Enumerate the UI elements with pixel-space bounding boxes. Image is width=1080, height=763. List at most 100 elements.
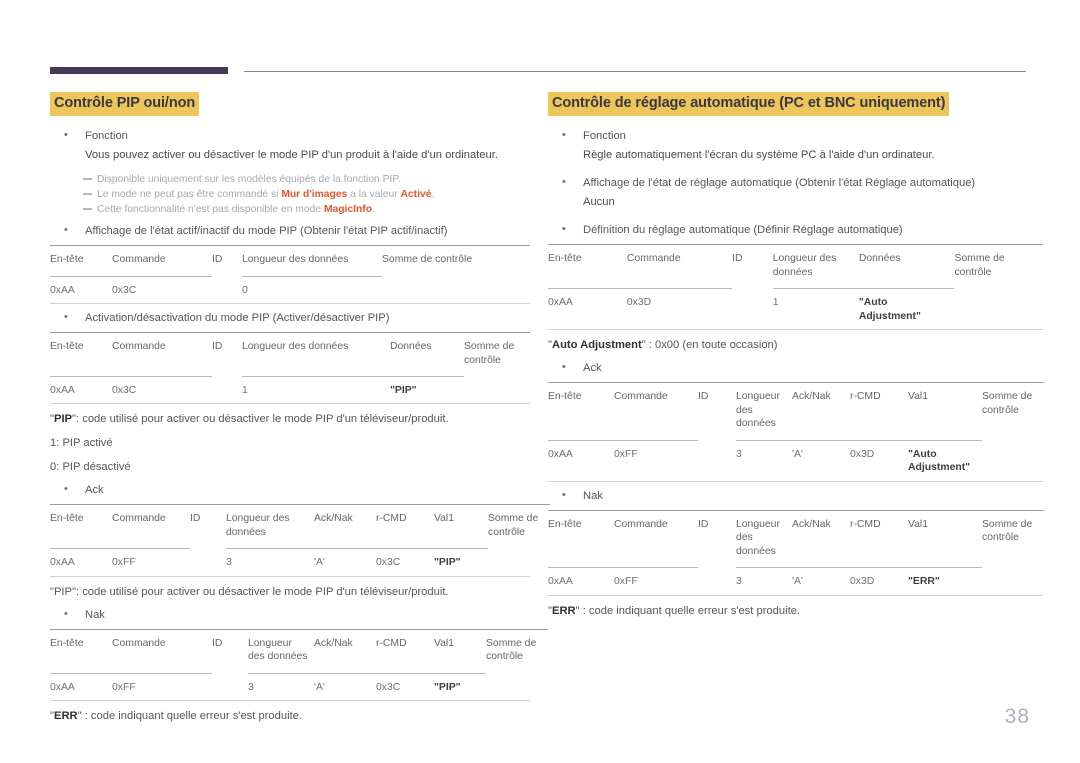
col-header: Somme de contrôle (982, 509, 1044, 568)
col-header: r-CMD (850, 509, 908, 568)
right-column: Contrôle de réglage automatique (PC et B… (548, 92, 1044, 620)
left-pip-caption-post: ": code utilisé pour activer ou désactiv… (72, 413, 449, 425)
cell: 0x3C (112, 375, 212, 403)
left-note-2: Le mode ne peut pas être commandé si Mur… (50, 187, 530, 202)
col-header: Commande (112, 504, 190, 549)
left-err-caption-post: " : code indiquant quelle erreur s'est p… (77, 710, 303, 722)
left-note-3-pre: Cette fonctionnalité n'est pas disponibl… (97, 204, 324, 215)
col-header: Longueur des données (248, 628, 314, 673)
table-row: 0xAA 0x3C 1 "PIP" (50, 375, 530, 403)
cell: 0x3D (626, 288, 733, 329)
col-header: Données (858, 244, 955, 289)
cell: 3 (248, 672, 314, 700)
left-fonction-bullet: Fonction Vous pouvez activer ou désactiv… (50, 127, 530, 163)
left-nak-bullet-label: Nak (85, 608, 105, 621)
cell: 0xAA (50, 672, 112, 700)
col-header: Somme de contrôle (486, 628, 548, 673)
col-header: En-tête (548, 382, 614, 440)
right-nak-table: En-tête Commande ID Longueur des données… (548, 509, 1044, 595)
right-ack-table: En-tête Commande ID Longueur des données… (548, 382, 1044, 481)
left-err-caption: "ERR" : code indiquant quelle erreur s'e… (50, 701, 530, 725)
left-note-2-mid: a la valeur (347, 189, 401, 200)
left-note-2-pre: Le mode ne peut pas être commandé si (97, 189, 282, 200)
table-row: 0xAA 0xFF 3 'A' 0x3C "PIP" (50, 672, 548, 700)
left-nak-bullet: Nak (50, 606, 530, 623)
cell: 3 (226, 548, 314, 576)
right-fonction-text: Règle automatiquement l'écran du système… (583, 149, 935, 161)
table-header-row: En-tête Commande ID Longueur des données… (548, 244, 1043, 289)
table-row: 0xAA 0xFF 3 'A' 0x3C "PIP" (50, 548, 550, 576)
col-header: Val1 (908, 382, 982, 440)
left-nak-table: En-tête Commande ID Longueur des données… (50, 628, 548, 700)
right-section-title: Contrôle de réglage automatique (PC et B… (548, 92, 950, 116)
col-header: Somme de contrôle (954, 244, 1043, 289)
cell (732, 289, 773, 330)
cell: "Auto Adjustment" (908, 439, 982, 481)
left-pip-caption: "PIP": code utilisé pour activer ou désa… (50, 404, 530, 428)
cell: 'A' (314, 672, 376, 700)
left-section-title: Contrôle PIP oui/non (50, 92, 200, 116)
cell: 'A' (792, 567, 850, 595)
left-get-table: En-tête Commande ID Longueur des données… (50, 245, 530, 303)
col-header: Longueur des données (242, 245, 382, 276)
cell (212, 376, 242, 403)
cell (982, 440, 1044, 481)
col-header: Commande (112, 245, 212, 276)
left-note-3-term-1: MagicInfo (323, 204, 372, 215)
cell: "PIP" (434, 548, 488, 576)
page-number: 38 (1004, 705, 1030, 728)
cell (190, 549, 226, 576)
cell: 0x3D (850, 439, 908, 481)
left-pip-caption-term: PIP (53, 413, 73, 425)
left-note-2-term-2: Activé (400, 189, 432, 200)
left-err-caption-term: ERR (53, 710, 78, 722)
col-header: Longueur des données (736, 382, 792, 440)
col-header: Ack/Nak (792, 509, 850, 568)
left-pip-off: 0: PIP désactivé (50, 461, 131, 473)
left-get-bullet-label: Affichage de l'état actif/inactif du mod… (85, 225, 448, 237)
right-section-title-wrap: Contrôle de réglage automatique (PC et B… (548, 92, 1043, 116)
left-ack-bullet: Ack (50, 481, 530, 498)
right-auto-caption: "Auto Adjustment" : 0x00 (en toute occas… (548, 330, 1043, 354)
left-note-2-post: . (431, 189, 435, 200)
cell: 0 (242, 275, 382, 303)
cell (698, 440, 736, 481)
cell-value: "PIP" (434, 557, 461, 568)
left-note-2-term-1: Mur d'images (281, 189, 348, 200)
right-ack-bullet: Ack (548, 359, 1043, 376)
col-header: ID (212, 628, 248, 673)
table-row: 0xAA 0x3C 0 (50, 275, 530, 303)
manual-page: Contrôle PIP oui/non Fonction Vous pouve… (0, 0, 1080, 763)
cell-value: "PIP" (390, 384, 417, 396)
table-row: 0xAA 0xFF 3 'A' 0x3D "Auto Adjustment" (548, 439, 1044, 481)
col-header: r-CMD (376, 628, 434, 673)
col-header: Val1 (434, 504, 488, 549)
table-row: 0xAA 0xFF 3 'A' 0x3D "ERR" (548, 567, 1044, 595)
left-set-bullet-label: Activation/désactivation du mode PIP (Ac… (85, 312, 390, 324)
right-set-table: En-tête Commande ID Longueur des données… (548, 244, 1043, 329)
left-ack-caption: "PIP": code utilisé pour activer ou désa… (50, 585, 449, 598)
cell: 0x3C (112, 275, 212, 303)
col-header: En-tête (50, 332, 112, 376)
table-header-row: En-tête Commande ID Longueur des données… (548, 382, 1044, 440)
cell: 1 (772, 288, 859, 329)
cell: 0x3C (376, 672, 434, 700)
cell (486, 673, 548, 700)
col-header: En-tête (50, 245, 112, 276)
cell-value: "Auto Adjustment" (858, 297, 921, 322)
left-fonction-label: Fonction (85, 130, 128, 142)
cell (464, 376, 530, 403)
right-auto-caption-post: " : 0x00 (en toute occasion) (641, 339, 778, 351)
col-header: Commande (626, 244, 733, 289)
cell: 0xAA (50, 275, 112, 303)
left-get-bullet: Affichage de l'état actif/inactif du mod… (50, 222, 530, 239)
cell: 0x3D (850, 567, 908, 595)
cell: 0xFF (112, 548, 190, 576)
table-header-row: En-tête Commande ID Longueur des données… (50, 245, 530, 276)
col-header: ID (190, 504, 226, 549)
right-set-bullet-label: Définition du réglage automatique (Défin… (583, 224, 903, 236)
col-header: Ack/Nak (314, 628, 376, 673)
right-get-sub: Aucun (583, 196, 615, 208)
cell: 0xFF (112, 672, 212, 700)
cell: 0xAA (50, 375, 112, 403)
